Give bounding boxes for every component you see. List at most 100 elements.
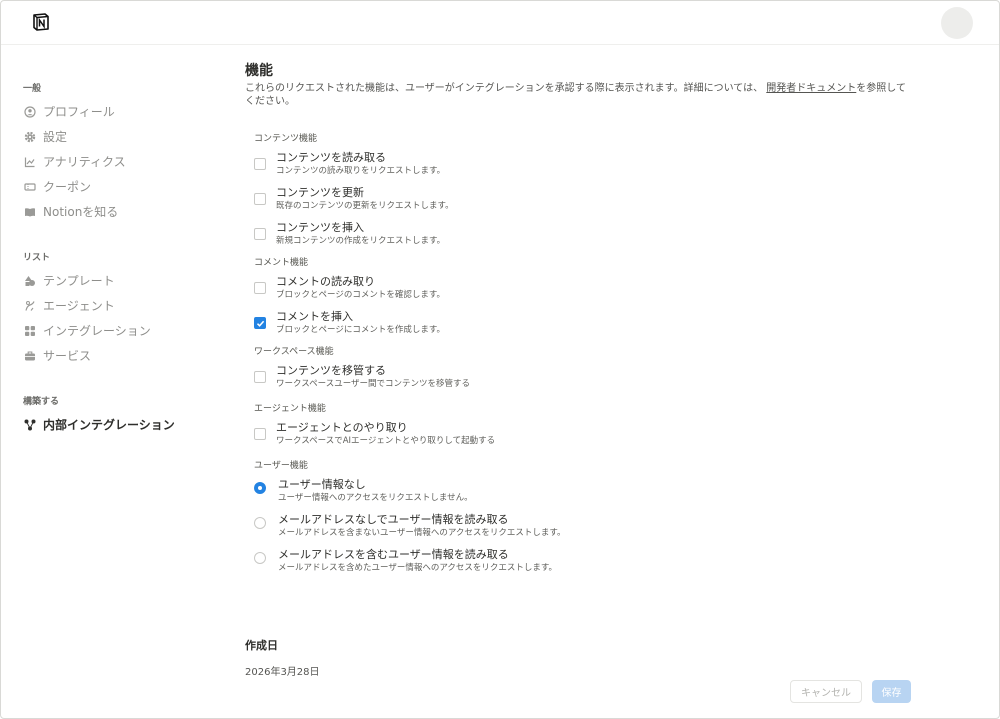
created-date-label: 作成日 bbox=[245, 639, 278, 652]
option-text: メールアドレスを含むユーザー情報を読み取る メールアドレスを含めたユーザー情報へ… bbox=[278, 548, 557, 574]
option-text: エージェントとのやり取り ワークスペースでAIエージェントとやり取りして起動する bbox=[276, 421, 495, 447]
checkbox[interactable] bbox=[254, 193, 266, 205]
option-read-comments[interactable]: コメントの読み取り ブロックとページのコメントを確認します。 bbox=[254, 275, 915, 310]
group-title-workspace: ワークスペース機能 bbox=[254, 347, 334, 357]
sidebar-item-agents[interactable]: エージェント bbox=[23, 293, 223, 318]
option-description: ブロックとページのコメントを確認します。 bbox=[276, 290, 445, 300]
sidebar-item-label: インテグレーション bbox=[43, 324, 151, 338]
option-text: コンテンツを読み取る コンテンツの読み取りをリクエストします。 bbox=[276, 151, 445, 177]
app-window: 一般 プロフィール 設定 アナリティクス クーポン Notionを知る リスト … bbox=[0, 0, 1000, 719]
option-user-info-with-email[interactable]: メールアドレスを含むユーザー情報を読み取る メールアドレスを含めたユーザー情報へ… bbox=[254, 548, 915, 583]
option-label: コンテンツを更新 bbox=[276, 186, 364, 199]
nodes-icon bbox=[23, 418, 37, 432]
option-text: メールアドレスなしでユーザー情報を読み取る メールアドレスを含まないユーザー情報… bbox=[278, 513, 566, 539]
option-user-info-without-email[interactable]: メールアドレスなしでユーザー情報を読み取る メールアドレスを含まないユーザー情報… bbox=[254, 513, 915, 548]
sidebar-item-label: Notionを知る bbox=[43, 205, 119, 219]
sidebar-item-templates[interactable]: テンプレート bbox=[23, 268, 223, 293]
checkbox[interactable] bbox=[254, 428, 266, 440]
option-description: ワークスペースでAIエージェントとやり取りして起動する bbox=[276, 436, 496, 446]
option-label: ユーザー情報なし bbox=[278, 478, 366, 491]
capability-groups: コンテンツ機能 コンテンツを読み取る コンテンツの読み取りをリクエストします。 … bbox=[254, 132, 915, 583]
sidebar-item-label: プロフィール bbox=[43, 105, 115, 119]
page-title: 機能 bbox=[245, 63, 273, 79]
option-no-user-info[interactable]: ユーザー情報なし ユーザー情報へのアクセスをリクエストしません。 bbox=[254, 478, 915, 513]
radio[interactable] bbox=[254, 552, 266, 564]
option-label: コメントの読み取り bbox=[276, 275, 375, 288]
briefcase-icon bbox=[23, 349, 37, 363]
created-date-value: 2026年3月28日 bbox=[245, 667, 320, 678]
group-title-comments: コメント機能 bbox=[254, 258, 309, 268]
sidebar-item-label: 設定 bbox=[43, 130, 68, 144]
option-transfer-content[interactable]: コンテンツを移管する ワークスペースユーザー間でコンテンツを移管する bbox=[254, 364, 915, 399]
radio[interactable] bbox=[254, 517, 266, 529]
sidebar-item-label: サービス bbox=[43, 349, 92, 363]
option-update-content[interactable]: コンテンツを更新 既存のコンテンツの更新をリクエストします。 bbox=[254, 186, 915, 221]
radio-selected[interactable] bbox=[254, 482, 266, 494]
option-insert-content[interactable]: コンテンツを挿入 新規コンテンツの作成をリクエストします。 bbox=[254, 221, 915, 256]
group-title-users: ユーザー機能 bbox=[254, 461, 308, 471]
option-label: メールアドレスなしでユーザー情報を読み取る bbox=[278, 513, 509, 526]
option-description: 既存のコンテンツの更新をリクエストします。 bbox=[276, 201, 454, 211]
checkbox-checked[interactable] bbox=[254, 317, 266, 329]
option-text: コメントを挿入 ブロックとページにコメントを作成します。 bbox=[276, 310, 445, 336]
check-icon bbox=[256, 320, 264, 327]
option-label: エージェントとのやり取り bbox=[276, 421, 408, 434]
agent-icon bbox=[23, 299, 37, 313]
notion-logo-icon[interactable] bbox=[31, 12, 51, 32]
sidebar-item-label: テンプレート bbox=[43, 274, 115, 288]
option-description: コンテンツの読み取りをリクエストします。 bbox=[276, 166, 446, 176]
option-label: コメントを挿入 bbox=[276, 310, 353, 323]
option-label: コンテンツを挿入 bbox=[276, 221, 364, 234]
option-description: ワークスペースユーザー間でコンテンツを移管する bbox=[276, 379, 471, 389]
option-description: ブロックとページにコメントを作成します。 bbox=[276, 325, 445, 335]
sidebar-item-label: アナリティクス bbox=[43, 155, 126, 169]
checkbox[interactable] bbox=[254, 282, 266, 294]
save-button[interactable]: 保存 bbox=[872, 680, 911, 703]
user-circle-icon bbox=[23, 105, 37, 119]
checkbox[interactable] bbox=[254, 228, 266, 240]
sidebar-item-analytics[interactable]: アナリティクス bbox=[23, 149, 223, 174]
page-description: これらのリクエストされた機能は、ユーザーがインテグレーションを承認する際に表示さ… bbox=[245, 82, 910, 108]
option-agent-interaction[interactable]: エージェントとのやり取り ワークスペースでAIエージェントとやり取りして起動する bbox=[254, 421, 915, 456]
developer-docs-link[interactable]: 開発者ドキュメント bbox=[766, 83, 856, 94]
option-description: メールアドレスを含まないユーザー情報へのアクセスをリクエストします。 bbox=[278, 528, 566, 538]
avatar[interactable] bbox=[941, 7, 973, 39]
sidebar-item-label: エージェント bbox=[43, 299, 115, 313]
sidebar-item-label: クーポン bbox=[43, 180, 92, 194]
checkbox[interactable] bbox=[254, 371, 266, 383]
gear-icon bbox=[23, 130, 37, 144]
sidebar-item-settings[interactable]: 設定 bbox=[23, 124, 223, 149]
sidebar-section-list: リスト bbox=[23, 253, 51, 263]
option-read-content[interactable]: コンテンツを読み取る コンテンツの読み取りをリクエストします。 bbox=[254, 151, 915, 186]
option-insert-comments[interactable]: コメントを挿入 ブロックとページにコメントを作成します。 bbox=[254, 310, 915, 345]
option-label: メールアドレスを含むユーザー情報を読み取る bbox=[278, 548, 509, 561]
shapes-icon bbox=[23, 274, 37, 288]
sidebar-item-learn-notion[interactable]: Notionを知る bbox=[23, 199, 223, 224]
option-text: ユーザー情報なし ユーザー情報へのアクセスをリクエストしません。 bbox=[278, 478, 473, 504]
group-title-agents: エージェント機能 bbox=[254, 404, 326, 414]
ticket-icon bbox=[23, 180, 37, 194]
chart-icon bbox=[23, 155, 37, 169]
capabilities-panel: 機能 これらのリクエストされた機能は、ユーザーがインテグレーションを承認する際に… bbox=[245, 61, 915, 583]
group-title-content: コンテンツ機能 bbox=[254, 134, 318, 144]
created-date-section: 作成日 2026年3月28日 bbox=[245, 637, 320, 678]
checkbox[interactable] bbox=[254, 158, 266, 170]
cancel-button[interactable]: キャンセル bbox=[790, 680, 862, 703]
sidebar-item-internal-integrations[interactable]: 内部インテグレーション bbox=[23, 412, 223, 437]
option-description: 新規コンテンツの作成をリクエストします。 bbox=[276, 236, 446, 246]
option-description: ユーザー情報へのアクセスをリクエストしません。 bbox=[278, 493, 473, 503]
sidebar-section-build: 構築する bbox=[23, 397, 60, 407]
option-description: メールアドレスを含めたユーザー情報へのアクセスをリクエストします。 bbox=[278, 563, 558, 573]
option-text: コンテンツを移管する ワークスペースユーザー間でコンテンツを移管する bbox=[276, 364, 470, 390]
sidebar-item-integrations[interactable]: インテグレーション bbox=[23, 318, 223, 343]
sidebar-item-services[interactable]: サービス bbox=[23, 343, 223, 368]
description-text: これらのリクエストされた機能は、ユーザーがインテグレーションを承認する際に表示さ… bbox=[245, 83, 764, 94]
option-text: コンテンツを挿入 新規コンテンツの作成をリクエストします。 bbox=[276, 221, 445, 247]
sidebar-item-coupons[interactable]: クーポン bbox=[23, 174, 223, 199]
sidebar-section-general: 一般 bbox=[23, 84, 42, 94]
option-label: コンテンツを読み取る bbox=[276, 151, 386, 164]
option-label: コンテンツを移管する bbox=[276, 364, 386, 377]
sidebar-item-profile[interactable]: プロフィール bbox=[23, 99, 223, 124]
